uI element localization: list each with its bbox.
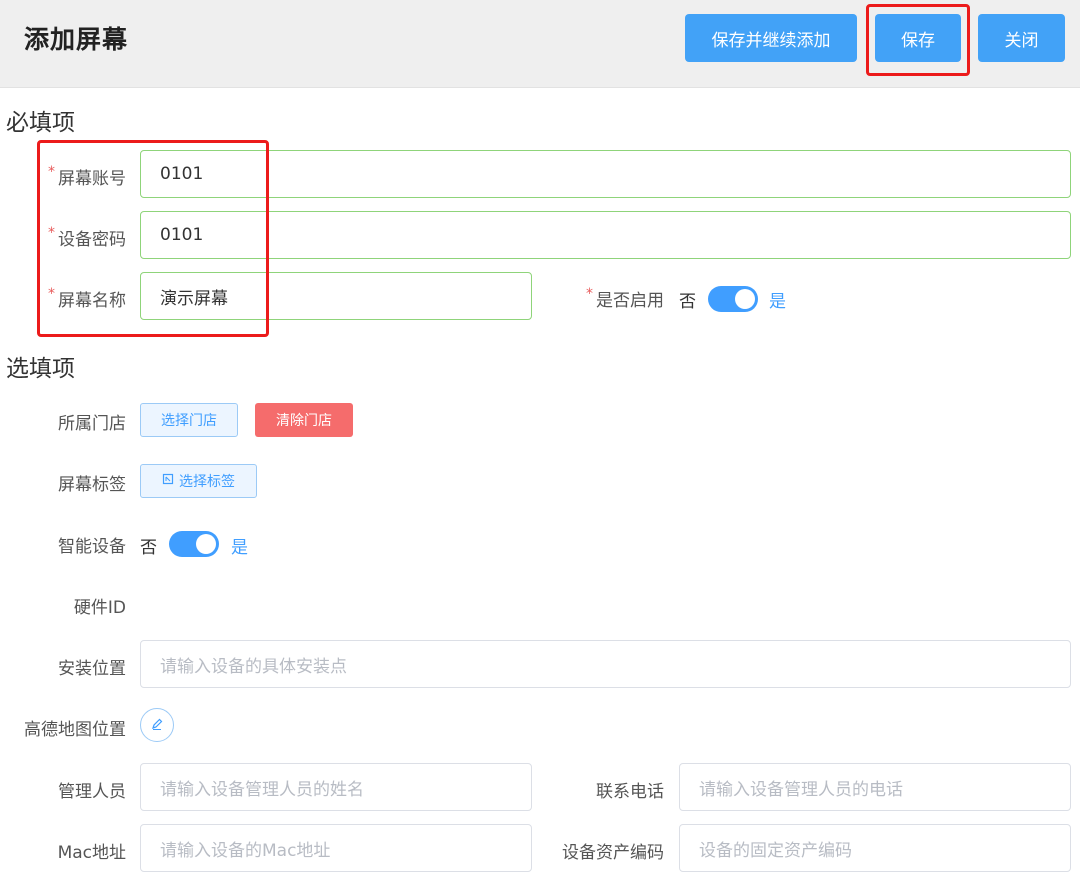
close-button[interactable]: 关闭 bbox=[978, 14, 1065, 62]
toggle-knob bbox=[735, 289, 755, 309]
toggle-knob bbox=[196, 534, 216, 554]
select-tags-label: 选择标签 bbox=[179, 474, 235, 490]
store-label: 所属门店 bbox=[58, 414, 126, 434]
asset-code-label: 设备资产编码 bbox=[562, 843, 664, 863]
highlight-box-required-fields bbox=[37, 140, 269, 337]
amap-location-label: 高德地图位置 bbox=[24, 720, 126, 740]
smart-device-off-label: 否 bbox=[140, 538, 157, 558]
smart-device-label: 智能设备 bbox=[58, 537, 126, 557]
install-location-input[interactable]: 请输入设备的具体安装点 bbox=[140, 640, 1071, 688]
enabled-off-label: 否 bbox=[679, 292, 696, 312]
asset-code-input[interactable]: 设备的固定资产编码 bbox=[679, 824, 1071, 872]
tags-label: 屏幕标签 bbox=[58, 475, 126, 495]
save-and-continue-button[interactable]: 保存并继续添加 bbox=[685, 14, 857, 62]
page-title: 添加屏幕 bbox=[24, 25, 129, 54]
mac-input[interactable]: 请输入设备的Mac地址 bbox=[140, 824, 532, 872]
tag-icon bbox=[162, 473, 174, 489]
select-store-button[interactable]: 选择门店 bbox=[140, 403, 238, 437]
device-password-input[interactable]: 0101 bbox=[140, 211, 1071, 259]
required-section-title: 必填项 bbox=[6, 110, 75, 136]
install-location-label: 安装位置 bbox=[58, 659, 126, 679]
enabled-label: * 是否启用 bbox=[586, 286, 664, 311]
edit-map-location-button[interactable] bbox=[140, 708, 174, 742]
hardware-id-label: 硬件ID bbox=[73, 598, 126, 618]
required-mark: * bbox=[586, 286, 593, 302]
smart-device-on-label: 是 bbox=[231, 538, 248, 558]
enabled-toggle[interactable] bbox=[708, 286, 758, 312]
highlight-box-save bbox=[866, 4, 970, 76]
edit-pen-icon bbox=[150, 716, 164, 735]
phone-input[interactable]: 请输入设备管理人员的电话 bbox=[679, 763, 1071, 811]
manager-label: 管理人员 bbox=[58, 782, 126, 802]
enabled-on-label: 是 bbox=[769, 292, 786, 312]
clear-store-button[interactable]: 清除门店 bbox=[255, 403, 353, 437]
manager-input[interactable]: 请输入设备管理人员的姓名 bbox=[140, 763, 532, 811]
mac-label: Mac地址 bbox=[57, 843, 126, 863]
select-tags-button[interactable]: 选择标签 bbox=[140, 464, 257, 498]
phone-label: 联系电话 bbox=[596, 782, 664, 802]
screen-account-input[interactable]: 0101 bbox=[140, 150, 1071, 198]
optional-section-title: 选填项 bbox=[6, 356, 75, 382]
smart-device-toggle[interactable] bbox=[169, 531, 219, 557]
